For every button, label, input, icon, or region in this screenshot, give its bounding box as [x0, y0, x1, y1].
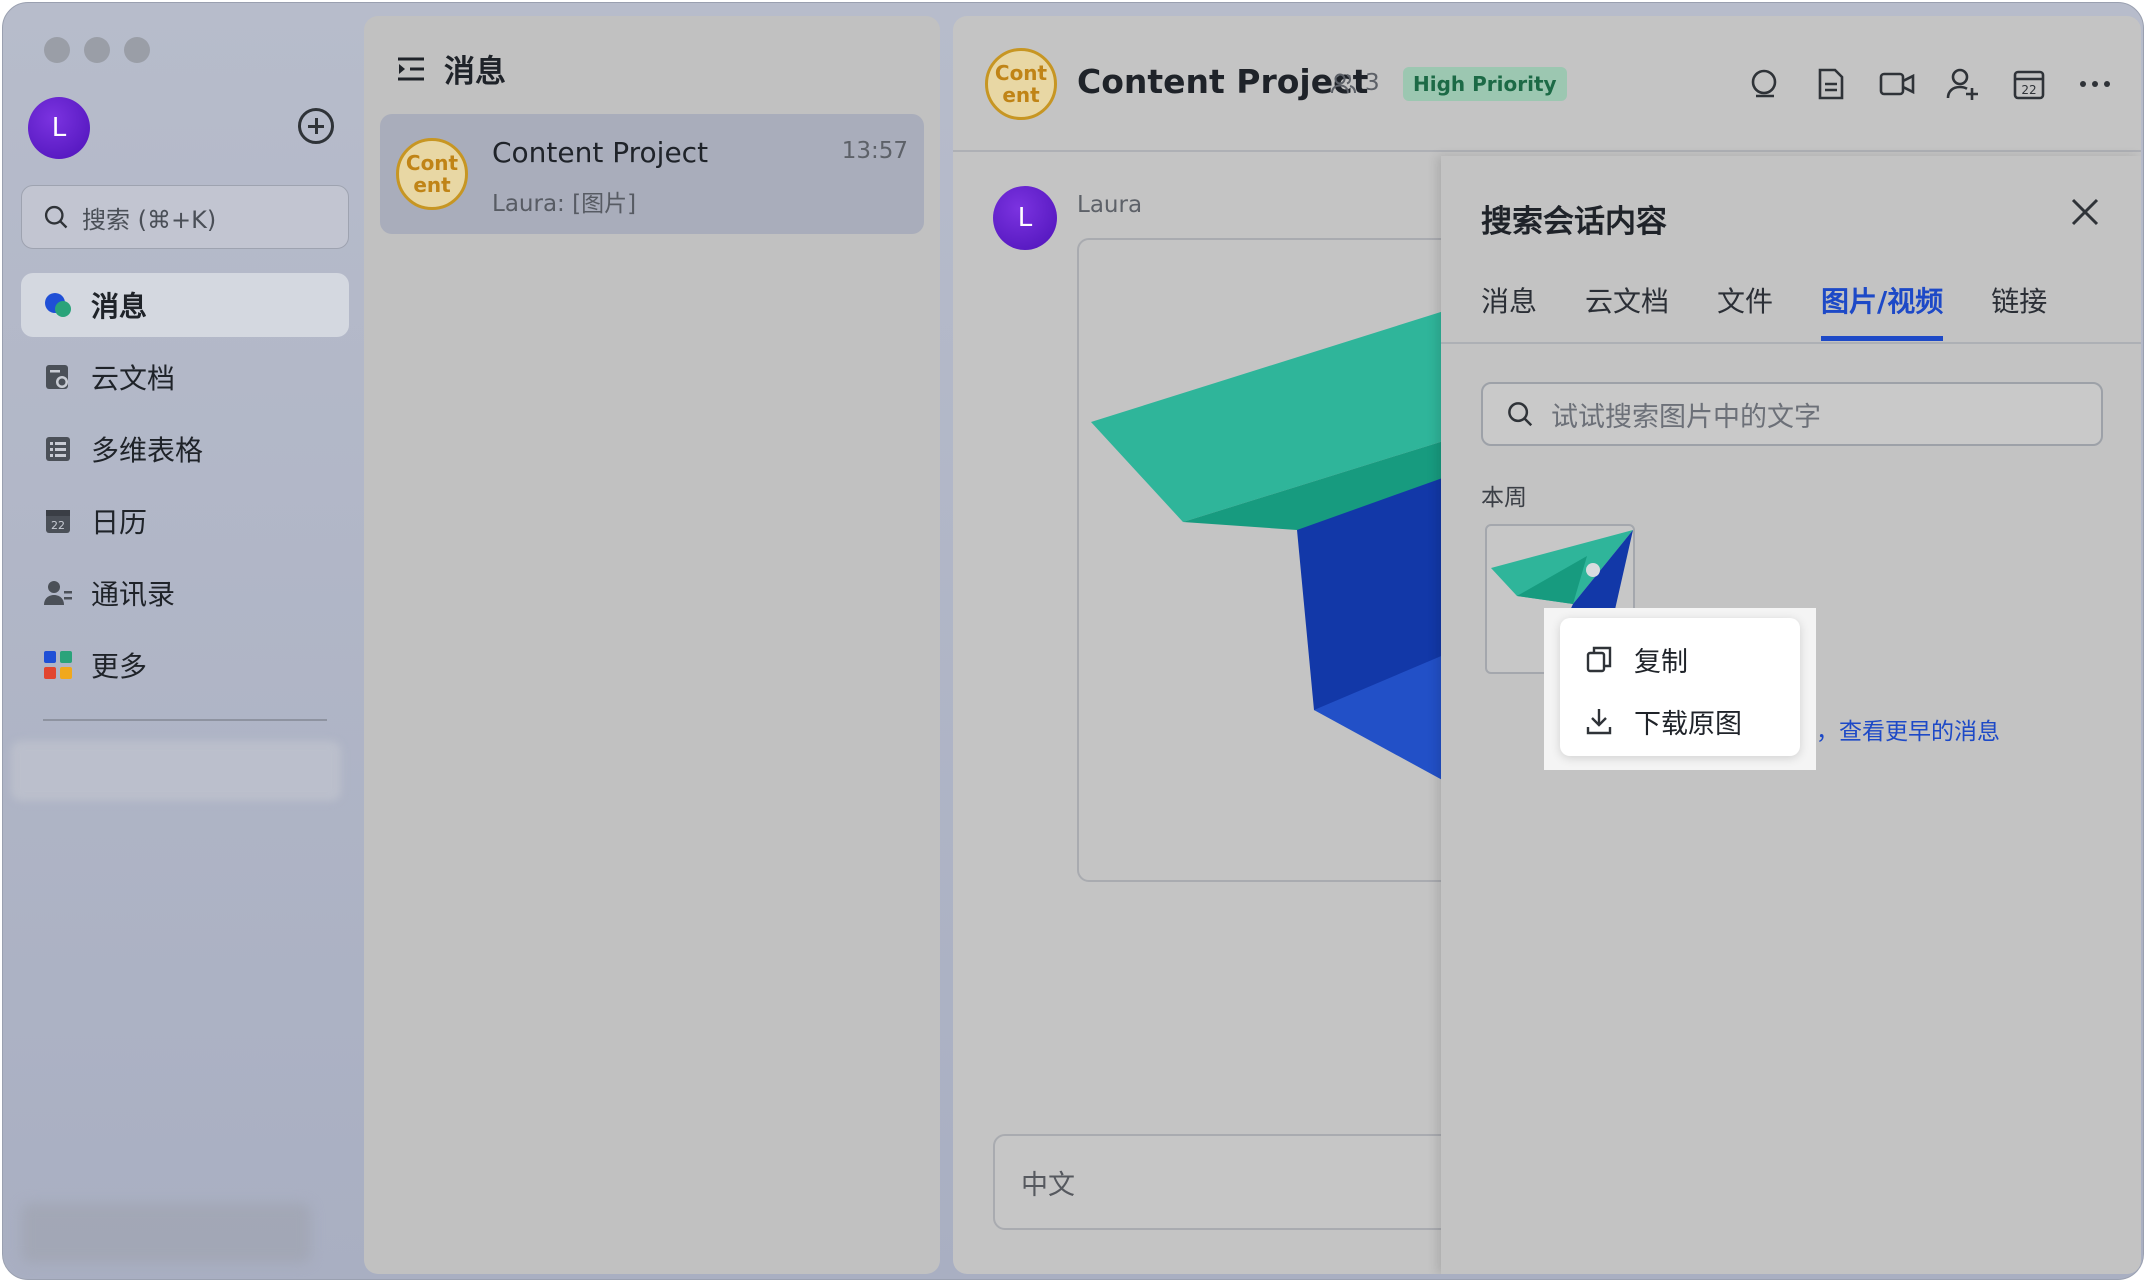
sender-avatar[interactable]: L: [993, 186, 1057, 250]
base-table-icon: [43, 434, 73, 464]
tab-images-videos[interactable]: 图片/视频: [1821, 280, 1944, 341]
member-count-value: 3: [1365, 70, 1380, 96]
tab-links[interactable]: 链接: [1991, 280, 2047, 341]
svg-text:22: 22: [51, 519, 65, 532]
calendar-event-icon: 22: [2013, 70, 2045, 100]
zoom-window-button[interactable]: [124, 37, 150, 63]
sidebar-item-more[interactable]: 更多: [21, 633, 349, 697]
search-chat-icon: [1751, 69, 1777, 98]
chat-bubble-icon: [43, 290, 73, 320]
create-new-button[interactable]: [298, 108, 334, 144]
calendar-icon: 22: [43, 506, 73, 536]
conversation-header: Content Content Project 3 High Priority: [953, 16, 2141, 152]
group-avatar[interactable]: Cont ent: [985, 48, 1057, 120]
menu-item-download[interactable]: 下载原图: [1560, 690, 1800, 752]
menu-item-copy[interactable]: 复制: [1560, 628, 1800, 690]
sidebar-item-label: 日历: [91, 506, 148, 539]
sidebar-item-label: 消息: [91, 290, 148, 323]
search-chat-button[interactable]: [1747, 66, 1783, 102]
context-menu: 复制 下载原图: [1560, 618, 1800, 756]
chat-list-header: 消息: [396, 46, 506, 91]
apps-grid-icon: [43, 650, 73, 680]
calendar-button[interactable]: 22: [2011, 66, 2047, 102]
add-member-button[interactable]: [1945, 66, 1981, 102]
blurred-item: [11, 741, 341, 801]
tab-messages[interactable]: 消息: [1481, 280, 1537, 341]
add-user-icon: [1946, 68, 1978, 100]
more-dots-icon: [2080, 81, 2110, 87]
close-window-button[interactable]: [44, 37, 70, 63]
video-call-button[interactable]: [1879, 66, 1915, 102]
close-icon[interactable]: [2069, 196, 2101, 228]
section-label: 本周: [1481, 485, 1527, 511]
contacts-icon: [43, 578, 73, 608]
app-window: L 搜索 (⌘+K) 消息 云文档 多维表格 22 日历 通讯录 更多 消息 C…: [2, 2, 2144, 1280]
members-icon: [1331, 73, 1356, 94]
sidebar-item-base[interactable]: 多维表格: [21, 417, 349, 481]
svg-text:22: 22: [2021, 83, 2036, 97]
chat-name: Content Project: [492, 136, 709, 169]
sidebar-item-docs[interactable]: 云文档: [21, 345, 349, 409]
sidebar-nav: 消息 云文档 多维表格 22 日历 通讯录 更多: [21, 273, 349, 705]
menu-item-label: 下载原图: [1634, 708, 1742, 740]
member-count[interactable]: 3: [1331, 70, 1380, 96]
view-earlier-messages-link[interactable]: 息，查看更早的消息: [1793, 712, 2000, 746]
sidebar-item-label: 更多: [91, 650, 148, 683]
sidebar-item-label: 通讯录: [91, 578, 176, 611]
sidebar: L 搜索 (⌘+K) 消息 云文档 多维表格 22 日历 通讯录 更多: [3, 3, 363, 1279]
sidebar-item-calendar[interactable]: 22 日历: [21, 489, 349, 553]
tab-files[interactable]: 文件: [1717, 280, 1773, 341]
global-search-box[interactable]: 搜索 (⌘+K): [21, 185, 349, 249]
search-icon: [44, 205, 68, 229]
collapse-list-icon[interactable]: [396, 55, 426, 83]
priority-badge: High Priority: [1403, 67, 1567, 101]
chat-list-item[interactable]: Cont ent Content Project 13:57 Laura: [图片…: [380, 114, 924, 234]
global-search-placeholder: 搜索 (⌘+K): [82, 205, 217, 234]
tabs-underline: [1441, 342, 2141, 344]
message-composer[interactable]: 中文: [993, 1134, 1513, 1230]
search-panel-title: 搜索会话内容: [1481, 204, 1667, 240]
tab-docs[interactable]: 云文档: [1585, 280, 1669, 341]
group-avatar: Cont ent: [396, 138, 468, 210]
more-options-button[interactable]: [2077, 66, 2113, 102]
copy-icon: [1586, 646, 1612, 673]
sidebar-item-messages[interactable]: 消息: [21, 273, 349, 337]
chat-time: 13:57: [841, 138, 908, 164]
minimize-window-button[interactable]: [84, 37, 110, 63]
docs-button[interactable]: [1813, 66, 1849, 102]
sidebar-item-contacts[interactable]: 通讯录: [21, 561, 349, 625]
image-search-input[interactable]: 试试搜索图片中的文字: [1481, 382, 2103, 446]
header-toolbar: 22: [1747, 66, 2113, 102]
window-controls: [44, 37, 150, 63]
menu-item-label: 复制: [1634, 646, 1688, 678]
video-camera-icon: [1879, 72, 1915, 96]
search-panel-tabs: 消息 云文档 文件 图片/视频 链接: [1481, 280, 2047, 341]
cloud-doc-icon: [43, 362, 73, 392]
sidebar-item-label: 多维表格: [91, 434, 204, 467]
blurred-item: [21, 1203, 311, 1263]
conversation-title[interactable]: Content Project: [1077, 62, 1368, 101]
image-search-placeholder: 试试搜索图片中的文字: [1551, 401, 1821, 433]
document-icon: [1818, 68, 1844, 100]
chat-preview: Laura: [图片]: [492, 191, 637, 217]
sidebar-divider: [43, 719, 327, 721]
download-icon: [1586, 709, 1612, 735]
search-icon: [1508, 402, 1533, 427]
chat-list-title: 消息: [444, 54, 506, 90]
user-avatar[interactable]: L: [28, 97, 90, 159]
chat-list-panel: 消息 Cont ent Content Project 13:57 Laura: …: [364, 16, 940, 1274]
sidebar-item-label: 云文档: [91, 362, 176, 395]
sender-name: Laura: [1077, 192, 1143, 218]
